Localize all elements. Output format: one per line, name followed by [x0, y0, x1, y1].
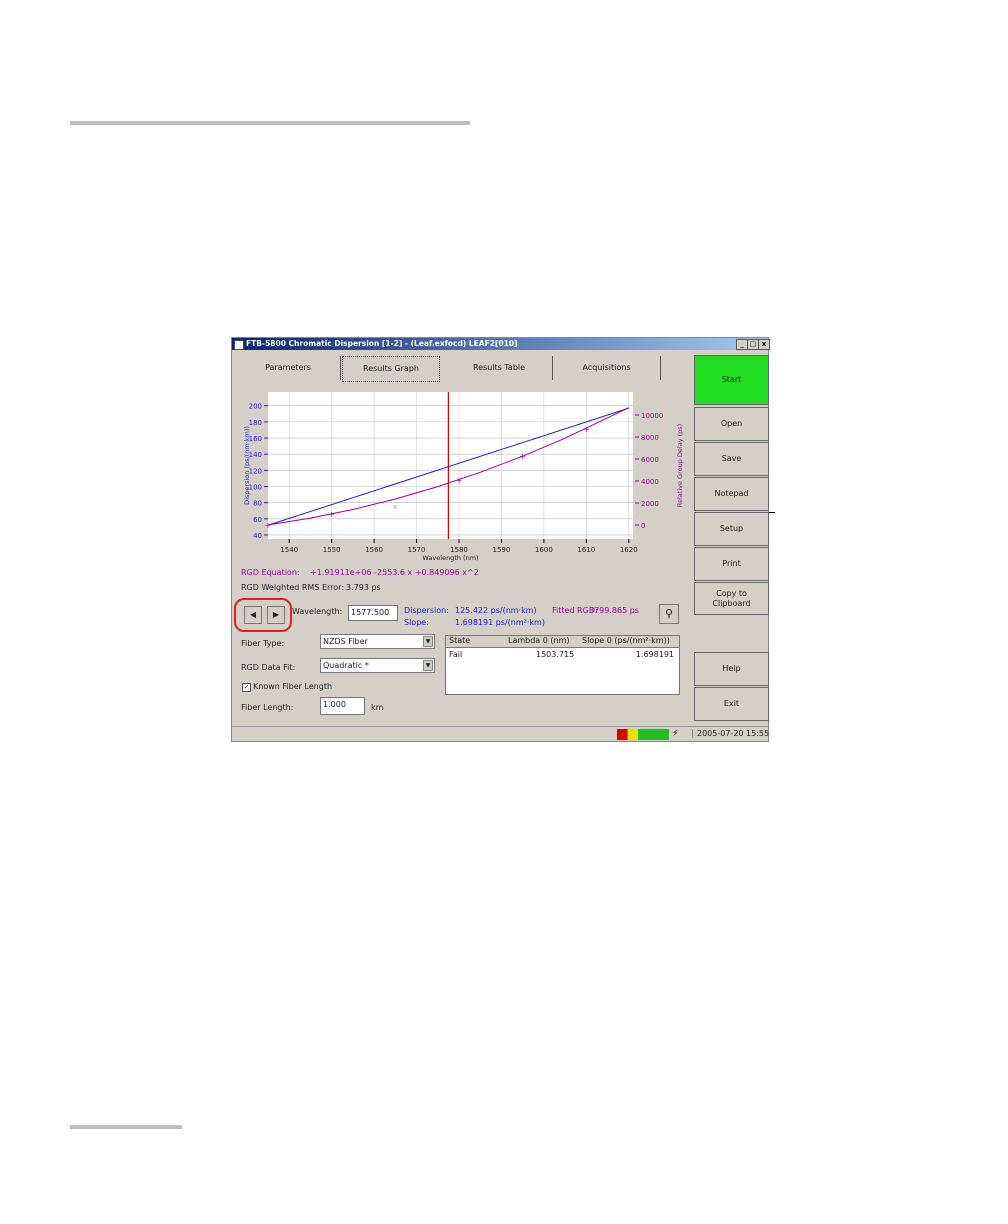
battery-level-indicator — [617, 729, 669, 740]
power-plug-icon: ⚡ — [672, 729, 679, 739]
save-button[interactable]: Save — [694, 442, 769, 476]
rgd-point: + — [519, 452, 526, 461]
zoom-button[interactable]: ⚲ — [659, 604, 679, 624]
tick-label-left: 80 — [253, 500, 262, 508]
fiber-type-label: Fiber Type: — [241, 639, 285, 648]
tick-label-x: 1540 — [280, 546, 298, 554]
wavelength-input[interactable]: 1577.500 — [348, 605, 398, 621]
tick-label-right: 0 — [641, 522, 645, 530]
dispersion-value: 125.422 ps/(nm·km) — [455, 606, 537, 615]
tick-label-x: 1610 — [577, 546, 595, 554]
tick-label-x: 1620 — [620, 546, 638, 554]
known-length-checkbox[interactable]: ✓ — [242, 683, 251, 692]
open-button[interactable]: Open — [694, 407, 769, 441]
fitted-rgd-value: 3799.865 ps — [589, 606, 639, 615]
rgd-point: + — [456, 476, 463, 485]
excluded-point: × — [392, 503, 398, 511]
rgd-equation: +1.91911e+06 -2553.6 x +0.849096 x^2 — [310, 568, 479, 577]
known-length-label: Known Fiber Length — [253, 682, 333, 691]
cell-lambda: 1503.715 — [536, 650, 575, 659]
dispersion-label: Dispersion: — [404, 606, 449, 615]
tick-label-x: 1590 — [493, 546, 511, 554]
fiber-length-label: Fiber Length: — [241, 703, 294, 712]
tick-label-left: 40 — [253, 532, 262, 540]
chevron-down-icon: ▼ — [423, 660, 433, 671]
tick-label-left: 200 — [249, 403, 262, 411]
left-arrow-icon: ◀ — [249, 610, 257, 619]
tick-label-right: 10000 — [641, 412, 663, 420]
tick-label-x: 1570 — [408, 546, 426, 554]
tick-label-left: 180 — [249, 419, 262, 427]
column-header-lambda: Lambda 0 (nm) — [508, 636, 570, 645]
results-table: State Lambda 0 (nm) Slope 0 (ps/(nm²·km)… — [445, 635, 680, 695]
x-axis-label: Wavelength (nm) — [422, 554, 478, 562]
footer-rule — [70, 1125, 182, 1129]
window-title: FTB-5800 Chromatic Dispersion [1-2] - (L… — [246, 339, 518, 348]
cell-state: Fail — [449, 650, 463, 659]
copy-to-clipboard-button[interactable]: Copy to Clipboard — [694, 582, 769, 615]
next-button[interactable]: ▶ — [267, 606, 285, 624]
magnifier-icon: ⚲ — [664, 607, 674, 620]
rms-label: RGD Weighted RMS Error: — [241, 583, 345, 592]
fiber-length-input[interactable]: 1.000 — [320, 697, 365, 715]
manual-page: FTB-5800 Chromatic Dispersion [1-2] - (L… — [0, 0, 1008, 1224]
rgd-fit-label: RGD Data Fit: — [241, 663, 296, 672]
tab-results-table[interactable]: Results Table — [446, 356, 553, 380]
tick-label-x: 1550 — [323, 546, 341, 554]
tab-results-graph[interactable]: Results Graph — [342, 356, 440, 382]
rgd-point: + — [265, 521, 272, 530]
wavelength-label: Wavelength: — [292, 607, 343, 616]
column-header-slope: Slope 0 (ps/(nm²·km)) — [582, 636, 670, 645]
previous-button[interactable]: ◀ — [244, 606, 262, 624]
rgd-equation-label: RGD Equation: — [241, 568, 300, 577]
setup-button[interactable]: Setup — [694, 512, 769, 546]
title-bar: FTB-5800 Chromatic Dispersion [1-2] - (L… — [232, 338, 770, 350]
cell-slope: 1.698191 — [635, 650, 674, 659]
fiber-type-value: NZDS Fiber — [323, 637, 368, 646]
print-button[interactable]: Print — [694, 547, 769, 581]
tab-parameters[interactable]: Parameters — [236, 356, 341, 380]
tick-label-x: 1580 — [450, 546, 468, 554]
exit-button[interactable]: Exit — [694, 687, 769, 721]
app-window: FTB-5800 Chromatic Dispersion [1-2] - (L… — [231, 337, 770, 743]
tick-label-left: 60 — [253, 516, 262, 524]
tab-acquisitions[interactable]: Acquisitions — [553, 356, 661, 380]
tick-label-right: 4000 — [641, 478, 659, 486]
fiber-type-select[interactable]: NZDS Fiber ▼ — [320, 634, 435, 649]
tick-label-right: 2000 — [641, 500, 659, 508]
start-button[interactable]: Start — [694, 355, 769, 405]
y-axis-left-label: Dispersion (ps/(nm·km)) — [243, 426, 251, 505]
rgd-point: + — [328, 510, 335, 519]
results-chart: 4060801001201401601802001540 1550 1560 1570… — [243, 392, 684, 562]
notepad-button[interactable]: Notepad — [694, 477, 769, 511]
slope-value: 1.698191 ps/(nm²·km) — [455, 618, 545, 627]
fiber-length-unit: km — [371, 703, 384, 712]
slope-label: Slope: — [404, 618, 429, 627]
app-icon — [234, 340, 244, 350]
tick-label-x: 1560 — [365, 546, 383, 554]
close-button[interactable]: x — [758, 339, 770, 350]
tick-label-x: 1600 — [535, 546, 553, 554]
table-header: State Lambda 0 (nm) Slope 0 (ps/(nm²·km)… — [446, 636, 679, 648]
rgd-point: + — [583, 425, 590, 434]
rgd-fit-value: Quadratic * — [323, 661, 369, 670]
help-button[interactable]: Help — [694, 652, 769, 686]
tick-label-right: 8000 — [641, 434, 659, 442]
tick-label-right: 6000 — [641, 456, 659, 464]
chevron-down-icon: ▼ — [423, 636, 433, 647]
rgd-fit-select[interactable]: Quadratic * ▼ — [320, 658, 435, 673]
rms-value: 3.793 ps — [346, 583, 381, 592]
status-bar: ⚡ 2005-07-20 15:55 — [232, 726, 769, 743]
y-axis-right-label: Relative Group Delay (ps) — [676, 424, 684, 507]
right-arrow-icon: ▶ — [272, 610, 280, 619]
header-rule — [70, 121, 470, 125]
column-header-state: State — [449, 636, 471, 645]
status-datetime: 2005-07-20 15:55 — [692, 729, 769, 738]
